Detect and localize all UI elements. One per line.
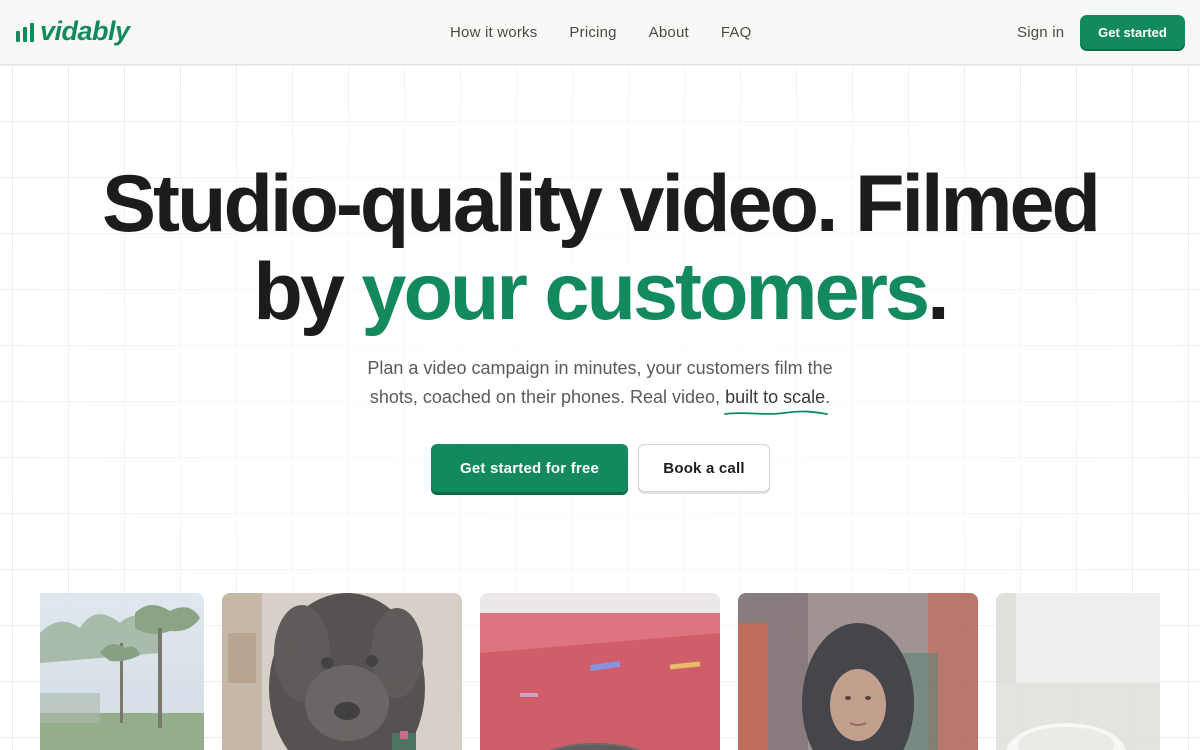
video-gallery [40, 593, 1160, 750]
book-call-button[interactable]: Book a call [638, 444, 770, 492]
trees-image [40, 593, 204, 750]
white-cup-image [996, 593, 1160, 750]
gallery-card-white-cup[interactable] [996, 593, 1160, 750]
sign-in-link[interactable]: Sign in [1017, 23, 1064, 43]
dog-image [222, 593, 462, 750]
landing-page: vidably How it works Pricing About FAQ S… [0, 0, 1200, 750]
get-started-free-button[interactable]: Get started for free [431, 444, 628, 492]
get-started-button[interactable]: Get started [1080, 15, 1185, 49]
hero-subtitle-highlight: built to scale [724, 383, 828, 415]
nav-link-pricing[interactable]: Pricing [569, 23, 616, 43]
brand-logo[interactable]: vidably [16, 14, 130, 48]
squiggle-underline-icon [724, 410, 828, 415]
hero-headline: Studio-quality video. Filmed by your cus… [0, 160, 1200, 336]
hero-cta-group: Get started for free Book a call [431, 444, 770, 492]
hero-headline-line1: Studio-quality video. Filmed [101, 159, 1101, 249]
nav-link-about[interactable]: About [649, 23, 689, 43]
main-nav: How it works Pricing About FAQ [450, 23, 751, 43]
nav-link-how-it-works[interactable]: How it works [450, 23, 537, 43]
hero-subtitle-end: . [825, 387, 831, 407]
woman-image [738, 593, 978, 750]
gallery-card-trees[interactable] [40, 593, 204, 750]
hero-subtitle: Plan a video campaign in minutes, your c… [350, 354, 850, 415]
hero-headline-prefix: by [253, 247, 362, 337]
nav-link-faq[interactable]: FAQ [721, 23, 752, 43]
gallery-card-dog[interactable] [222, 593, 462, 750]
brand-name: vidably [40, 16, 130, 46]
cup-image [480, 593, 720, 750]
gallery-card-woman[interactable] [738, 593, 978, 750]
logo-bars-icon [16, 22, 34, 42]
hero-subtitle-highlight-text: built to scale [725, 387, 826, 407]
top-navbar: vidably How it works Pricing About FAQ S… [0, 0, 1200, 65]
hero-headline-period: . [927, 247, 949, 337]
hero-headline-accent: your customers [361, 247, 930, 337]
gallery-card-cup[interactable] [480, 593, 720, 750]
